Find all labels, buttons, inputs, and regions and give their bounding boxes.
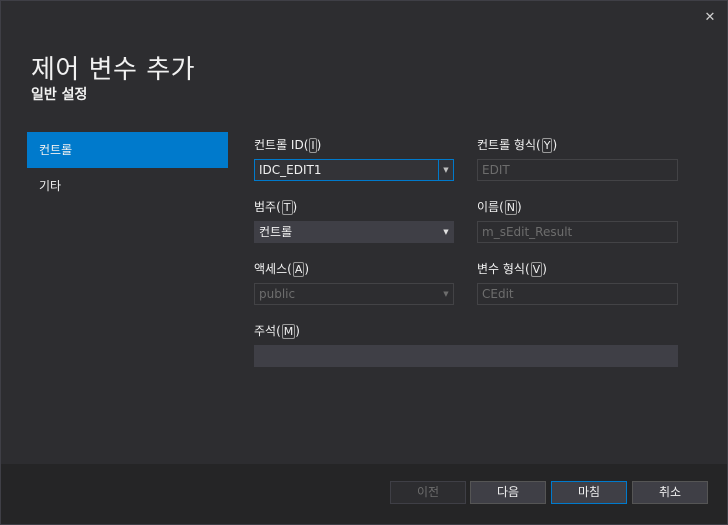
close-icon[interactable]: ✕ [699, 7, 721, 29]
chevron-down-icon[interactable]: ▼ [439, 222, 453, 242]
comment-label: 주석(M) [254, 324, 300, 339]
nav-item-other[interactable]: 기타 [27, 168, 228, 204]
control-type-label: 컨트롤 형식(Y) [477, 138, 558, 153]
category-select[interactable]: 컨트롤 ▼ [254, 221, 454, 243]
control-type-value: EDIT [482, 163, 510, 177]
access-value: public [259, 287, 296, 301]
name-value: m_sEdit_Result [482, 225, 573, 239]
control-id-value: IDC_EDIT1 [259, 163, 322, 177]
category-value: 컨트롤 [259, 225, 293, 239]
dialog-title: 제어 변수 추가 [31, 55, 196, 85]
comment-field: 주석(M) [254, 323, 678, 369]
cancel-button[interactable]: 취소 [632, 481, 708, 504]
access-field: 액세스(A) public ▼ [254, 261, 454, 307]
add-control-variable-dialog: ✕ 제어 변수 추가 일반 설정 컨트롤 기타 컨트롤 ID(I) IDC_ED… [0, 0, 728, 525]
control-type-field: 컨트롤 형식(Y) EDIT [477, 137, 678, 183]
variable-type-input: CEdit [477, 283, 678, 305]
nav-item-label: 컨트롤 [39, 143, 73, 157]
control-id-label: 컨트롤 ID(I) [254, 138, 322, 153]
name-field: 이름(N) m_sEdit_Result [477, 199, 678, 245]
dialog-footer: 이전 다음 마침 취소 [1, 464, 727, 524]
control-type-input: EDIT [477, 159, 678, 181]
category-label: 범주(T) [254, 200, 298, 215]
control-id-field: 컨트롤 ID(I) IDC_EDIT1 ▼ [254, 137, 454, 183]
name-label: 이름(N) [477, 200, 522, 215]
comment-input[interactable] [254, 345, 678, 367]
next-button[interactable]: 다음 [470, 481, 546, 504]
category-field: 범주(T) 컨트롤 ▼ [254, 199, 454, 245]
control-id-combobox[interactable]: IDC_EDIT1 ▼ [254, 159, 454, 181]
settings-nav: 컨트롤 기타 [27, 132, 228, 204]
chevron-down-icon: ▼ [443, 290, 449, 298]
nav-item-label: 기타 [39, 179, 62, 193]
name-input[interactable]: m_sEdit_Result [477, 221, 678, 243]
access-select: public ▼ [254, 283, 454, 305]
finish-button[interactable]: 마침 [551, 481, 627, 504]
variable-type-label: 변수 형식(V) [477, 262, 547, 277]
chevron-down-icon[interactable]: ▼ [438, 160, 453, 180]
variable-type-field: 변수 형식(V) CEdit [477, 261, 678, 307]
variable-type-value: CEdit [482, 287, 514, 301]
dialog-subtitle: 일반 설정 [31, 87, 88, 103]
access-label: 액세스(A) [254, 262, 310, 277]
previous-button: 이전 [390, 481, 466, 504]
nav-item-control[interactable]: 컨트롤 [27, 132, 228, 168]
